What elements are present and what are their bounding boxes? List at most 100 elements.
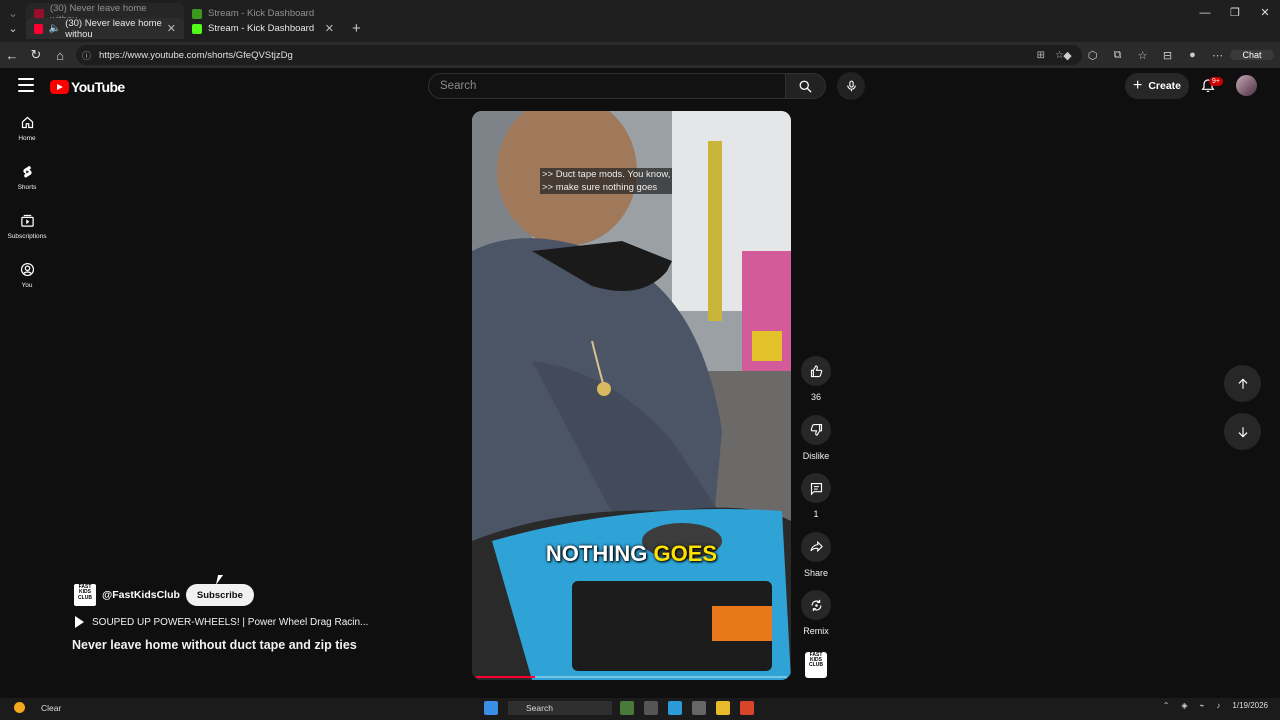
file-explorer-icon[interactable]	[716, 701, 730, 715]
microphone-icon	[846, 80, 856, 92]
channel-audio-thumbnail[interactable]: FAST KIDS CLUB	[805, 652, 827, 678]
sidebar-item-home[interactable]: Home	[0, 104, 54, 153]
brave-icon[interactable]	[740, 701, 754, 715]
weather-widget[interactable]: Clear	[14, 702, 61, 713]
related-video-title: SOUPED UP POWER-WHEELS! | Power Wheel Dr…	[92, 616, 369, 628]
url-text: https://www.youtube.com/shorts/GfeQVStjz…	[99, 49, 293, 61]
closed-caption: >> Duct tape mods. You know, >> make sur…	[540, 168, 673, 194]
comments-count: 1	[813, 509, 819, 519]
sidebar-item-label: You	[21, 282, 33, 289]
share-label: Share	[803, 567, 829, 578]
shorts-actions: 36 Dislike 1 Share Remix	[796, 356, 836, 649]
comments-button[interactable]	[801, 473, 831, 503]
next-short-button[interactable]	[1224, 413, 1261, 450]
dislike-action: Dislike	[796, 414, 836, 474]
minimize-icon[interactable]: —	[1190, 0, 1220, 26]
create-button[interactable]: + Create	[1125, 73, 1189, 99]
volume-icon[interactable]: ♪	[1216, 701, 1220, 710]
search-button[interactable]	[786, 73, 826, 99]
refresh-icon[interactable]: ↻	[24, 47, 48, 63]
close-tab-icon[interactable]: ✕	[167, 22, 176, 35]
channel-avatar[interactable]: FAST KIDS CLUB	[74, 584, 96, 606]
sidebar-item-shorts[interactable]: Shorts	[0, 153, 54, 202]
start-icon[interactable]	[484, 701, 498, 715]
collections-icon[interactable]: ⊟	[1155, 49, 1180, 62]
more-icon[interactable]: ⋯	[1205, 49, 1230, 62]
kick-favicon-icon	[192, 23, 202, 34]
search-icon	[799, 80, 812, 93]
remix-button[interactable]	[801, 590, 831, 620]
account-avatar[interactable]	[1236, 75, 1257, 96]
tray-apps-icon[interactable]: ◈	[1181, 701, 1187, 710]
extension-icon[interactable]: ◆	[1055, 49, 1080, 62]
split-screen-icon[interactable]: ⧉	[1105, 49, 1130, 62]
subscribe-button[interactable]: Subscribe	[185, 584, 254, 606]
sidebar-item-label: Shorts	[17, 184, 37, 191]
taskbar-apps: Search	[484, 701, 764, 715]
like-button[interactable]	[801, 356, 831, 386]
browser-toolbar: ◆ ⬡ ⧉ ☆ ⊟ ● ⋯ Chat	[1055, 46, 1280, 64]
close-window-icon[interactable]: ✕	[1250, 0, 1280, 26]
favorites-icon[interactable]: ☆	[1130, 49, 1155, 62]
close-tab-icon[interactable]: ✕	[325, 22, 334, 35]
share-icon	[809, 540, 823, 553]
thumbs-up-icon	[810, 364, 822, 377]
clock-date[interactable]: 1/19/2026	[1232, 701, 1268, 710]
sidebar: Home Shorts Subscriptions You	[0, 104, 54, 300]
youtube-header: YouTube Search + Create 9+	[0, 68, 1280, 104]
windows-taskbar: Clear Search ⌃ ◈ ⌁ ♪ 1/19/2026	[0, 698, 1280, 720]
back-icon[interactable]: ←	[0, 48, 24, 63]
search-input[interactable]: Search	[428, 73, 786, 99]
dislike-button[interactable]	[801, 414, 831, 445]
like-action: 36	[796, 356, 836, 415]
voice-search-button[interactable]	[837, 72, 865, 100]
speaker-icon[interactable]: 🔈	[49, 23, 61, 34]
window-controls: — ❐ ✕	[1190, 0, 1280, 26]
sidebar-item-label: Subscriptions	[7, 233, 47, 240]
hamburger-menu-icon[interactable]	[18, 78, 34, 92]
widgets-icon[interactable]	[620, 701, 634, 715]
share-button[interactable]	[801, 531, 831, 562]
related-video-link[interactable]: SOUPED UP POWER-WHEELS! | Power Wheel Dr…	[72, 616, 368, 628]
next-short-wrapper	[1224, 413, 1261, 450]
remix-icon	[811, 599, 821, 611]
restore-icon[interactable]: ❐	[1220, 0, 1250, 26]
puzzle-icon[interactable]: ⬡	[1080, 49, 1105, 62]
video-title: Never leave home without duct tape and z…	[72, 638, 357, 652]
video-progress-bar[interactable]	[476, 676, 787, 678]
site-info-icon[interactable]: ⓘ	[82, 49, 91, 62]
tab-row: ⌄ 🔈 (30) Never leave home withou ✕ Strea…	[0, 18, 1280, 40]
remix-label: Remix	[803, 626, 829, 636]
sidebar-item-subscriptions[interactable]: Subscriptions	[0, 202, 54, 251]
sidebar-item-you[interactable]: You	[0, 251, 54, 300]
dislike-label: Dislike	[802, 450, 830, 461]
task-view-icon[interactable]	[644, 701, 658, 715]
shorts-video-player[interactable]: >> Duct tape mods. You know, >> make sur…	[472, 111, 791, 680]
new-tab-icon[interactable]: +	[352, 20, 361, 37]
youtube-logo[interactable]: YouTube	[50, 79, 125, 95]
edge-icon[interactable]	[668, 701, 682, 715]
tray-chevron-icon[interactable]: ⌃	[1163, 701, 1170, 710]
profile-icon[interactable]: ●	[1180, 49, 1205, 61]
subscriptions-icon	[20, 214, 34, 227]
youtube-favicon-icon	[34, 8, 44, 19]
notification-badge: 9+	[1209, 77, 1223, 86]
copilot-chat-button[interactable]: Chat	[1230, 50, 1274, 60]
previous-short-button[interactable]	[1224, 365, 1261, 402]
app-icon[interactable]	[692, 701, 706, 715]
tab-kick[interactable]: Stream - Kick Dashboard ✕	[184, 18, 342, 39]
previous-short-wrapper	[1224, 365, 1261, 402]
taskbar-search[interactable]: Search	[508, 701, 612, 715]
url-field[interactable]: ⓘ https://www.youtube.com/shorts/GfeQVSt…	[76, 45, 1082, 65]
tab-youtube[interactable]: 🔈 (30) Never leave home withou ✕	[26, 18, 184, 40]
share-action: Share	[796, 531, 836, 591]
tab-actions-icon[interactable]: ⌄	[0, 22, 26, 35]
youtube-play-logo-icon	[50, 80, 69, 94]
tab-title-2: Stream - Kick Dashboard	[208, 23, 315, 34]
overlay-word-2: GOES	[653, 541, 718, 566]
channel-handle[interactable]: @FastKidsClub	[102, 589, 180, 601]
sidebar-item-label: Home	[18, 135, 36, 142]
arrow-up-icon	[1238, 378, 1247, 389]
home-browser-icon[interactable]: ⌂	[48, 48, 72, 63]
network-icon[interactable]: ⌁	[1200, 701, 1205, 710]
